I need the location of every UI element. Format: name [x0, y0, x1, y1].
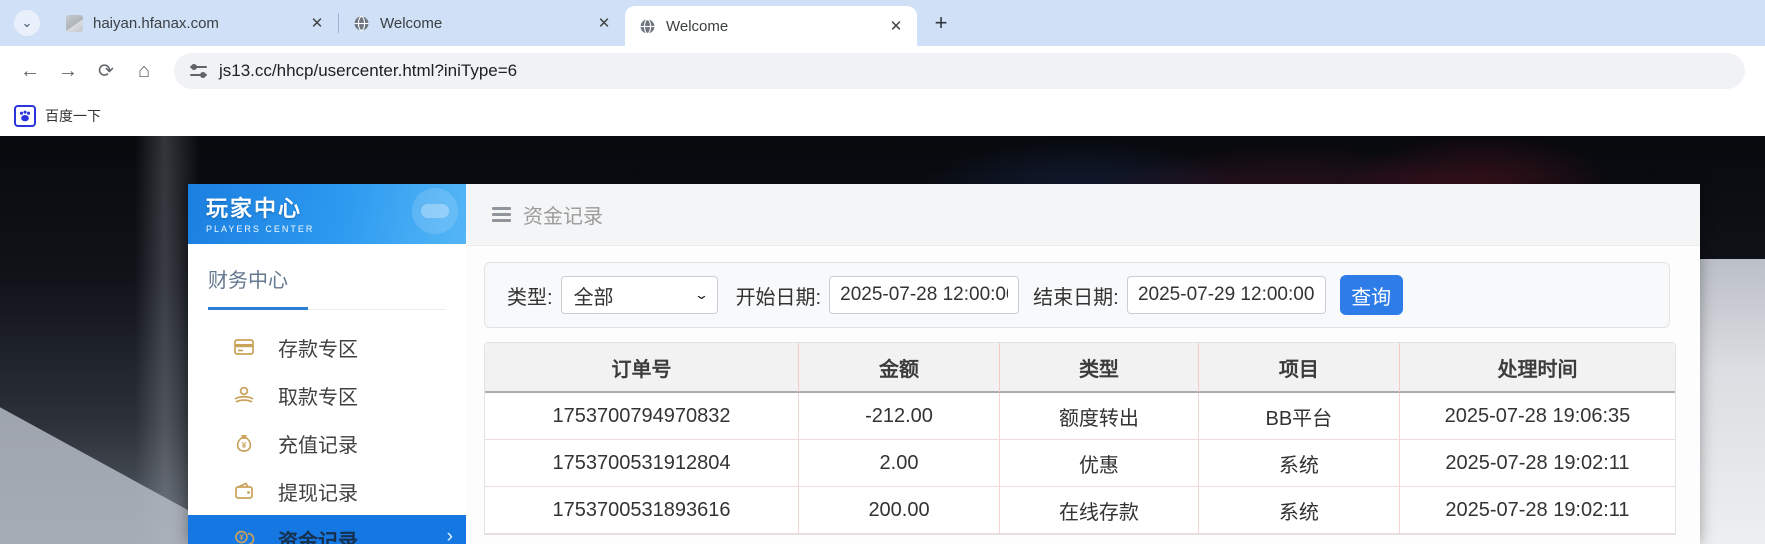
page-title: 资金记录: [523, 206, 603, 228]
section-divider: [208, 307, 446, 310]
cell-project: BB平台: [1197, 393, 1399, 440]
sidebar-section-title: 财务中心: [208, 270, 288, 292]
deposit-card-icon: [234, 339, 254, 355]
page-background: 玩家中心 PLAYERS CENTER 财务中心 存款专区 取款专区 ¥ 充值记…: [0, 136, 1765, 544]
tab-title: haiyan.hfanax.com: [93, 14, 219, 32]
query-button[interactable]: 查询: [1339, 275, 1403, 315]
table-row: 1753700531893616 200.00 在线存款 系统 2025-07-…: [485, 487, 1675, 534]
sidebar-item-funds-records[interactable]: ¥ 资金记录 ›: [188, 515, 466, 544]
cell-process-time: 2025-07-28 19:06:35: [1398, 393, 1675, 440]
url-text[interactable]: js13.cc/hhcp/usercenter.html?iniType=6: [219, 61, 517, 81]
sidebar-section: 财务中心: [188, 244, 466, 310]
tab-title: Welcome: [666, 17, 729, 35]
bookmarks-bar: 百度一下: [0, 96, 1765, 136]
column-type: 类型: [999, 343, 1198, 393]
tab-title: Welcome: [380, 14, 443, 32]
sidebar: 玩家中心 PLAYERS CENTER 财务中心 存款专区 取款专区 ¥ 充值记…: [188, 184, 466, 544]
main-header: 资金记录: [466, 184, 1700, 246]
wallet-icon: [235, 482, 253, 499]
cell-order-no: 1753700531893616: [485, 487, 798, 534]
chevron-down-icon: ⌄: [693, 287, 709, 302]
cell-type: 在线存款: [999, 487, 1198, 534]
tab-search-chevron-icon[interactable]: ⌄: [14, 10, 40, 36]
sidebar-item-withdraw-zone[interactable]: 取款专区: [188, 371, 466, 419]
new-tab-button[interactable]: +: [927, 9, 955, 37]
sidebar-item-deposit-zone[interactable]: 存款专区: [188, 323, 466, 371]
sidebar-item-withdrawal-records[interactable]: 提现记录: [188, 467, 466, 515]
sidebar-item-label: 取款专区: [278, 386, 358, 409]
cell-process-time: 2025-07-28 19:02:11: [1398, 440, 1675, 487]
browser-toolbar: ← → ⟳ ⌂ js13.cc/hhcp/usercenter.html?ini…: [0, 46, 1765, 96]
tab-strip: ⌄ haiyan.hfanax.com ✕ Welcome ✕ Welcome …: [0, 0, 1765, 46]
baidu-paw-icon[interactable]: [14, 105, 36, 127]
withdraw-hand-icon: [234, 386, 254, 403]
forward-icon[interactable]: →: [52, 55, 84, 87]
bookmark-baidu[interactable]: 百度一下: [45, 106, 101, 126]
close-icon[interactable]: ✕: [306, 12, 328, 34]
tab-haiyan[interactable]: haiyan.hfanax.com ✕: [52, 0, 338, 46]
page-favicon-icon: [66, 14, 83, 32]
type-select[interactable]: 全部 ⌄: [560, 276, 718, 314]
gamepad-icon: [412, 188, 458, 234]
start-date-input[interactable]: [829, 276, 1020, 314]
main-panel: 资金记录 类型: 全部 ⌄ 开始日期: 结束日期: 查询 订单号 金额: [466, 184, 1700, 544]
tab-welcome-2-active[interactable]: Welcome ✕: [625, 6, 917, 46]
coins-icon: ¥: [235, 530, 255, 544]
sidebar-item-label: 资金记录: [278, 530, 358, 544]
sidebar-item-label: 提现记录: [278, 482, 358, 505]
cell-type: 优惠: [999, 440, 1198, 487]
table-row: 1753700531912804 2.00 优惠 系统 2025-07-28 1…: [485, 440, 1675, 487]
cell-process-time: 2025-07-28 19:02:11: [1398, 487, 1675, 534]
sidebar-item-label: 充值记录: [278, 434, 358, 457]
column-process-time: 处理时间: [1398, 343, 1675, 393]
sidebar-header: 玩家中心 PLAYERS CENTER: [188, 184, 466, 244]
url-bar[interactable]: js13.cc/hhcp/usercenter.html?iniType=6: [174, 53, 1745, 89]
end-date-input[interactable]: [1126, 276, 1326, 314]
table-row: 1753700794970832 -212.00 额度转出 BB平台 2025-…: [485, 393, 1675, 440]
sidebar-item-label: 存款专区: [278, 338, 358, 361]
globe-icon: [640, 18, 655, 34]
close-icon[interactable]: ✕: [593, 12, 615, 34]
column-project: 项目: [1197, 343, 1399, 393]
reload-icon[interactable]: ⟳: [90, 55, 122, 87]
hamburger-icon[interactable]: [492, 207, 511, 222]
player-center-card: 玩家中心 PLAYERS CENTER 财务中心 存款专区 取款专区 ¥ 充值记…: [188, 184, 1700, 544]
column-amount: 金额: [797, 343, 1000, 393]
filter-panel: 类型: 全部 ⌄ 开始日期: 结束日期: 查询: [484, 262, 1670, 328]
cell-amount: 200.00: [797, 487, 1000, 534]
sidebar-item-recharge-records[interactable]: ¥ 充值记录: [188, 419, 466, 467]
start-date-label: 开始日期:: [735, 286, 822, 309]
column-order-no: 订单号: [485, 343, 798, 393]
svg-text:¥: ¥: [239, 533, 244, 542]
globe-icon: [354, 15, 369, 31]
cell-amount: -212.00: [797, 393, 1000, 440]
sidebar-menu: 存款专区 取款专区 ¥ 充值记录 提现记录 ¥ 资金记录 ›: [188, 323, 466, 544]
site-settings-icon[interactable]: [190, 64, 207, 78]
background-shape: [1697, 259, 1765, 544]
tab-welcome-1[interactable]: Welcome ✕: [339, 0, 625, 46]
type-label: 类型:: [507, 286, 553, 309]
end-date-label: 结束日期:: [1033, 286, 1119, 309]
money-bag-icon: ¥: [236, 435, 252, 452]
cell-order-no: 1753700531912804: [485, 440, 798, 487]
cell-type: 额度转出: [999, 393, 1198, 440]
table-header-row: 订单号 金额 类型 项目 处理时间: [485, 343, 1675, 393]
cell-order-no: 1753700794970832: [485, 393, 798, 440]
type-select-value: 全部: [573, 286, 614, 309]
home-icon[interactable]: ⌂: [128, 55, 160, 87]
svg-text:¥: ¥: [242, 440, 247, 450]
cell-amount: 2.00: [797, 440, 1000, 487]
back-icon[interactable]: ←: [14, 55, 46, 87]
cell-project: 系统: [1197, 487, 1399, 534]
cell-project: 系统: [1197, 440, 1399, 487]
funds-table: 订单号 金额 类型 项目 处理时间 1753700794970832 -212.…: [484, 342, 1676, 535]
chevron-right-icon: ›: [446, 526, 453, 544]
close-icon[interactable]: ✕: [885, 15, 907, 37]
